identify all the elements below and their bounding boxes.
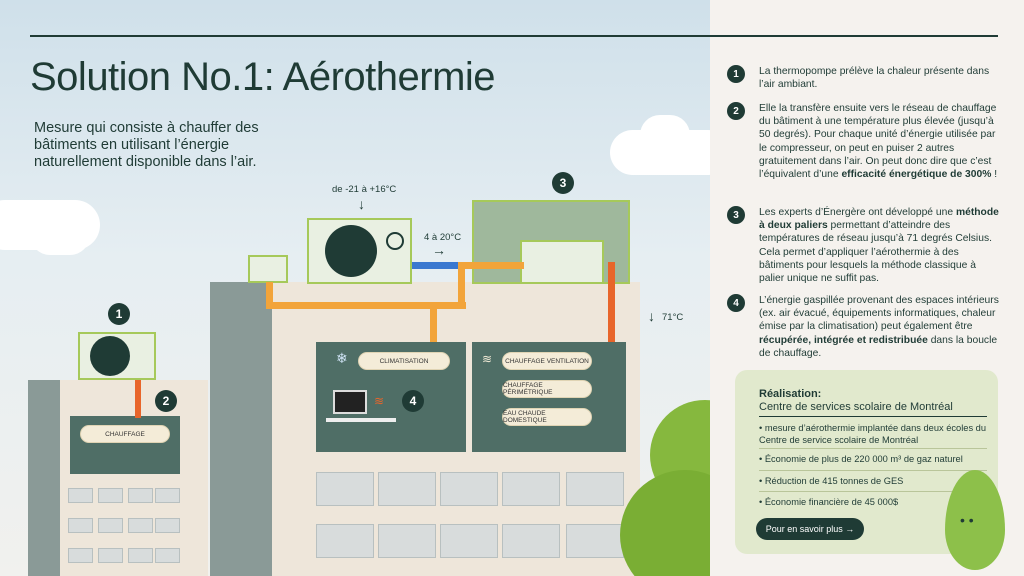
page-title: Solution No.1: Aérothermie [30, 55, 496, 99]
window [155, 548, 180, 563]
card-subheading: Centre de services scolaire de Montréal [759, 401, 987, 417]
computer-icon [333, 390, 367, 414]
window [128, 548, 153, 563]
page-subtitle: Mesure qui consiste à chauffer des bâtim… [34, 120, 259, 170]
snowflake-icon: ❄ [336, 350, 348, 366]
temp-outdoor-label: de -21 à +16°C [332, 184, 397, 195]
fan-icon [325, 225, 377, 277]
step-number: 1 [727, 65, 745, 83]
window [155, 488, 180, 503]
rooftop-box [248, 255, 288, 283]
window [502, 472, 560, 506]
window [155, 518, 180, 533]
window [378, 472, 436, 506]
step-bold: efficacité énergétique de 300% [841, 169, 992, 181]
window [98, 518, 123, 533]
top-divider [30, 35, 998, 37]
window [98, 488, 123, 503]
marker-4: 4 [402, 390, 424, 412]
window [440, 524, 498, 558]
pipe-small [135, 380, 141, 418]
pipe-cold [412, 262, 462, 269]
pipe-loop [458, 262, 465, 308]
card-item: • mesure d’aérothermie implantée dans de… [759, 423, 987, 445]
step-text: Les experts d’Énergère ont développé une… [759, 207, 999, 285]
fan-icon [90, 336, 130, 376]
marker-2: 2 [155, 390, 177, 412]
desk [326, 418, 396, 422]
cloud [30, 215, 90, 255]
pill-climatisation: CLIMATISATION [358, 352, 450, 370]
card-item: • Réduction de 415 tonnes de GES [759, 470, 987, 487]
mascot-face: • • [960, 512, 974, 528]
window [566, 472, 624, 506]
window [68, 548, 93, 563]
window [502, 524, 560, 558]
compressor-unit [520, 240, 604, 284]
window [128, 488, 153, 503]
window [68, 518, 93, 533]
down-arrow-icon: ↓ [358, 196, 365, 212]
window [128, 518, 153, 533]
cloud [640, 115, 690, 155]
step-number: 2 [727, 102, 745, 120]
pill-chauffage-perimetrique: CHAUFFAGE PÉRIMÉTRIQUE [502, 380, 592, 398]
window [316, 524, 374, 558]
bolt-icon [386, 232, 404, 250]
pill-eau-chaude: EAU CHAUDE DOMESTIQUE [502, 408, 592, 426]
card-item: • Économie de plus de 220 000 m³ de gaz … [759, 448, 987, 465]
pipe-warm [462, 262, 524, 269]
step-text: La thermopompe prélève la chaleur présen… [759, 66, 990, 91]
heat-waves-icon: ≋ [374, 394, 385, 408]
main-building-shadow [210, 282, 272, 576]
step-number: 4 [727, 294, 745, 312]
marker-1: 1 [108, 303, 130, 325]
down-arrow-icon: ↓ [648, 308, 655, 324]
step-bold: récupérée, intégrée et redistribuée [759, 334, 928, 346]
pill-chauffage: CHAUFFAGE [80, 425, 170, 443]
step-text: L’énergie gaspillée provenant des espace… [759, 295, 999, 359]
window [68, 488, 93, 503]
marker-3: 3 [552, 172, 574, 194]
right-arrow-icon: → [432, 242, 446, 258]
heat-waves-icon: ≋ [482, 352, 493, 366]
window [378, 524, 436, 558]
pill-chauffage-ventilation: CHAUFFAGE VENTILATION [502, 352, 592, 370]
window [566, 524, 624, 558]
small-building-shadow [28, 380, 60, 576]
window [316, 472, 374, 506]
step-text: Elle la transfère ensuite vers le réseau… [759, 103, 998, 181]
learn-more-button[interactable]: Pour en savoir plus → [756, 518, 864, 540]
step-number: 3 [727, 206, 745, 224]
window [98, 548, 123, 563]
temp-out-label: 71°C [662, 312, 684, 323]
card-heading: Réalisation: [759, 388, 822, 400]
window [440, 472, 498, 506]
